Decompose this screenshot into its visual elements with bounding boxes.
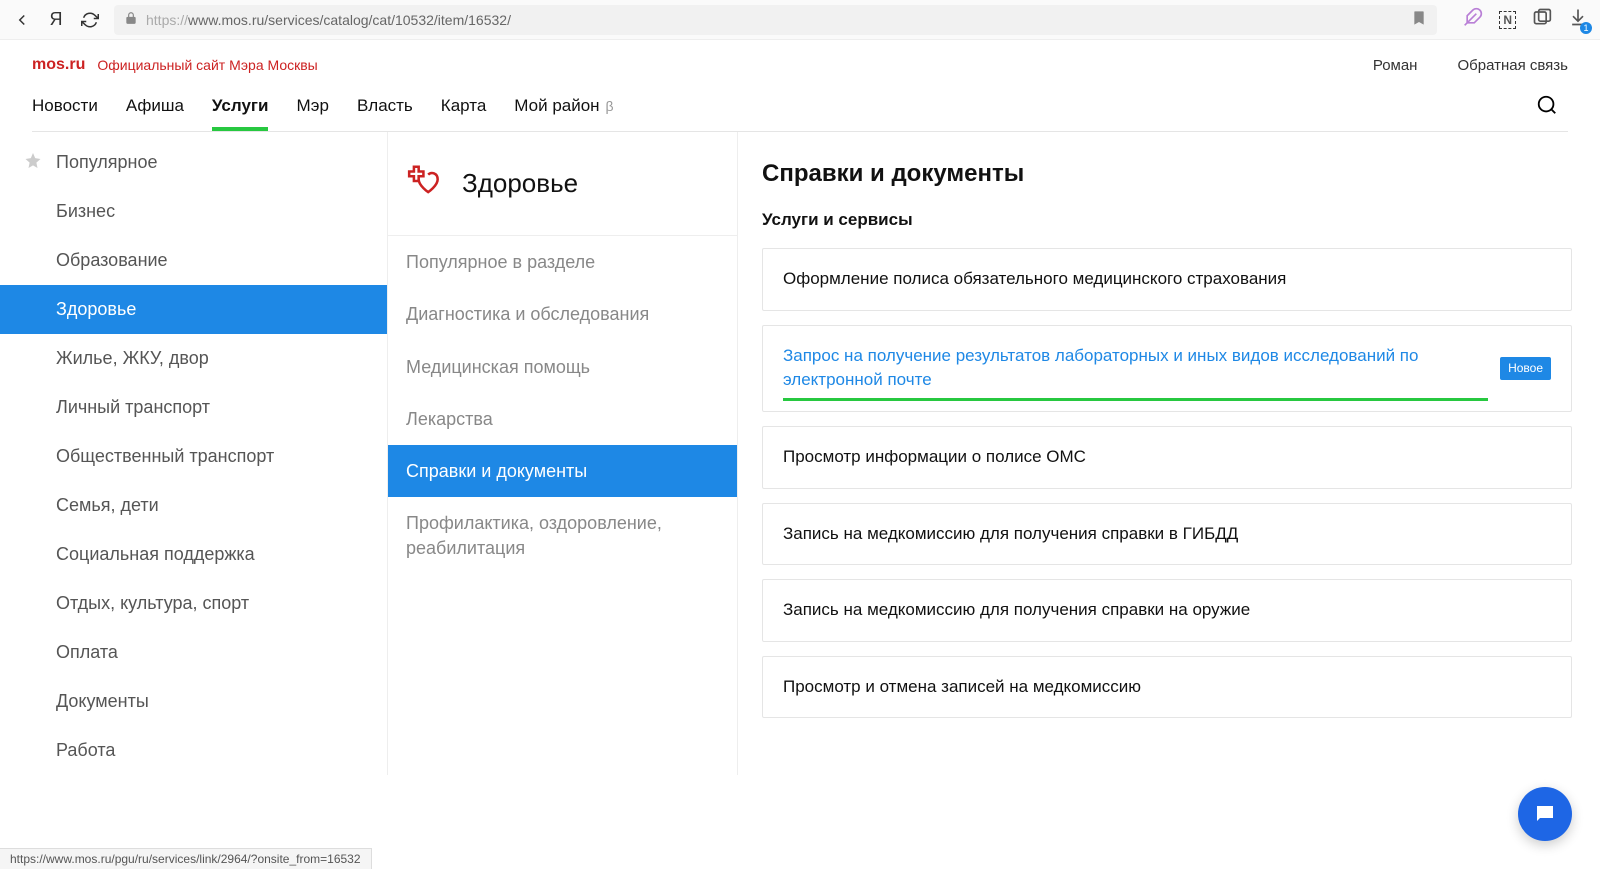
feedback-link[interactable]: Обратная связь [1457, 57, 1568, 74]
site-tagline: Официальный сайт Мэра Москвы [97, 57, 317, 73]
sidebar-item[interactable]: Жилье, ЖКУ, двор [0, 334, 387, 383]
sidebar-item[interactable]: Социальная поддержка [0, 530, 387, 579]
sidebar-item-label: Общественный транспорт [56, 446, 274, 466]
content-area: Справки и документы Услуги и сервисы Офо… [738, 132, 1600, 775]
sidebar-item-label: Бизнес [56, 201, 115, 221]
sidebar-item[interactable]: Отдых, культура, спорт [0, 579, 387, 628]
sidebar-item[interactable]: Оплата [0, 628, 387, 677]
subcategory-item[interactable]: Лекарства [388, 393, 737, 445]
service-label: Запись на медкомиссию для получения спра… [783, 598, 1250, 623]
sidebar-item[interactable]: Документы [0, 677, 387, 726]
service-label: Запрос на получение результатов лаборато… [783, 344, 1488, 393]
new-badge: Новое [1500, 357, 1551, 380]
subcategory-item[interactable]: Медицинская помощь [388, 341, 737, 393]
sidebar-item-label: Работа [56, 740, 115, 760]
main-nav: Новости Афиша Услуги Мэр Власть Карта Мой райо… [32, 94, 1568, 132]
sidebar-item[interactable]: Популярное [0, 138, 387, 187]
service-item[interactable]: Просмотр информации о полисе ОМС [762, 426, 1572, 489]
downloads-icon[interactable] [1568, 7, 1588, 32]
sidebar-item-label: Отдых, культура, спорт [56, 593, 249, 613]
subcategory-item[interactable]: Справки и документы [388, 445, 737, 497]
reload-button[interactable] [80, 10, 100, 30]
subcategory-column: Здоровье Популярное в разделеДиагностика… [388, 132, 738, 775]
subcategory-item[interactable]: Профилактика, оздоровление, реабилитация [388, 497, 737, 574]
sidebar-item[interactable]: Общественный транспорт [0, 432, 387, 481]
nav-item[interactable]: Мой район β [514, 96, 613, 130]
sidebar-item-label: Личный транспорт [56, 397, 210, 417]
sidebar-item-label: Популярное [56, 152, 158, 172]
nav-item[interactable]: Власть [357, 96, 413, 130]
service-item[interactable]: Запись на медкомиссию для получения спра… [762, 579, 1572, 642]
bookmark-icon[interactable] [1411, 10, 1427, 29]
sidebar-item-label: Здоровье [56, 299, 136, 319]
sidebar-item-label: Жилье, ЖКУ, двор [56, 348, 209, 368]
subcategory-item[interactable]: Популярное в разделе [388, 236, 737, 288]
extensions-icon[interactable] [1532, 7, 1552, 32]
extension-feather-icon[interactable] [1463, 7, 1483, 32]
service-item[interactable]: Запись на медкомиссию для получения спра… [762, 503, 1572, 566]
address-bar[interactable]: https://www.mos.ru/services/catalog/cat/… [114, 5, 1437, 35]
nav-item[interactable]: Афиша [126, 96, 184, 130]
sidebar-item[interactable]: Личный транспорт [0, 383, 387, 432]
service-label: Просмотр и отмена записей на медкомиссию [783, 675, 1141, 700]
nav-item[interactable]: Карта [441, 96, 487, 130]
chat-button[interactable] [1518, 787, 1572, 841]
health-icon [406, 162, 444, 205]
service-label: Оформление полиса обязательного медицинс… [783, 267, 1286, 292]
yandex-button[interactable]: Я [46, 10, 66, 30]
sidebar-item-label: Документы [56, 691, 149, 711]
sidebar-item[interactable]: Работа [0, 726, 387, 775]
subcategory-title: Здоровье [462, 168, 578, 199]
service-label: Просмотр информации о полисе ОМС [783, 445, 1086, 470]
url-text: https://www.mos.ru/services/catalog/cat/… [146, 12, 511, 28]
user-name[interactable]: Роман [1373, 57, 1418, 74]
service-item[interactable]: Оформление полиса обязательного медицинс… [762, 248, 1572, 311]
sidebar-item[interactable]: Образование [0, 236, 387, 285]
category-sidebar: Популярное Бизнес Образование Здоровье Жилье… [0, 132, 388, 775]
nav-item[interactable]: Новости [32, 96, 98, 130]
star-icon [24, 151, 42, 174]
sidebar-item-label: Оплата [56, 642, 118, 662]
sidebar-item-label: Семья, дети [56, 495, 159, 515]
browser-right-tools: N [1463, 7, 1588, 32]
subcategory-item[interactable]: Диагностика и обследования [388, 288, 737, 340]
sidebar-item-label: Социальная поддержка [56, 544, 255, 564]
search-icon[interactable] [1536, 94, 1568, 131]
service-item[interactable]: Запрос на получение результатов лаборато… [762, 325, 1572, 412]
extension-n-icon[interactable]: N [1499, 11, 1516, 29]
service-label: Запись на медкомиссию для получения спра… [783, 522, 1238, 547]
lock-icon [124, 11, 138, 28]
content-subtitle: Услуги и сервисы [762, 210, 1572, 230]
sidebar-item[interactable]: Бизнес [0, 187, 387, 236]
site-logo[interactable]: mos.ru [32, 56, 85, 74]
browser-toolbar: Я https://www.mos.ru/services/catalog/ca… [0, 0, 1600, 40]
nav-item[interactable]: Мэр [296, 96, 328, 130]
site-header: mos.ru Официальный сайт Мэра Москвы Рома… [0, 40, 1600, 132]
back-button[interactable] [12, 10, 32, 30]
sidebar-item[interactable]: Семья, дети [0, 481, 387, 530]
nav-item[interactable]: Услуги [212, 96, 269, 130]
sidebar-item-label: Образование [56, 250, 168, 270]
content-title: Справки и документы [762, 160, 1572, 188]
status-bar: https://www.mos.ru/pgu/ru/services/link/… [0, 848, 372, 869]
sidebar-item[interactable]: Здоровье [0, 285, 387, 334]
service-item[interactable]: Просмотр и отмена записей на медкомиссию [762, 656, 1572, 719]
